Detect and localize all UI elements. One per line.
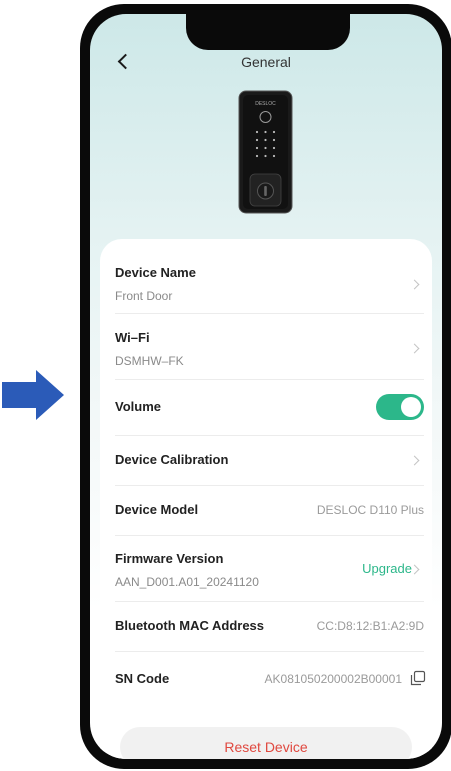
wifi-value: DSMHW–FK xyxy=(115,354,184,368)
device-model-value: DESLOC D110 Plus xyxy=(316,503,424,517)
volume-row: Volume xyxy=(115,379,424,436)
chevron-right-icon xyxy=(409,343,420,354)
copy-icon[interactable] xyxy=(410,670,426,686)
phone-notch xyxy=(186,14,350,50)
phone-frame: General DESLOC Device Name Front Door Wi… xyxy=(80,4,451,769)
device-name-value: Front Door xyxy=(115,289,173,303)
chevron-right-icon xyxy=(409,455,420,466)
device-name-label: Device Name xyxy=(115,265,196,280)
bluetooth-mac-value: CC:D8:12:B1:A2:9D xyxy=(316,619,424,633)
chevron-right-icon xyxy=(409,279,420,290)
smart-lock-image: DESLOC xyxy=(238,90,293,214)
arrow-right-icon xyxy=(2,370,64,420)
page-title: General xyxy=(241,54,291,70)
toggle-knob xyxy=(401,397,421,417)
firmware-label: Firmware Version xyxy=(115,551,224,566)
device-calibration-label: Device Calibration xyxy=(115,452,229,467)
device-model-label: Device Model xyxy=(115,502,199,517)
device-model-row: Device Model DESLOC D110 Plus xyxy=(115,485,424,536)
settings-screen: General DESLOC Device Name Front Door Wi… xyxy=(90,14,442,759)
volume-label: Volume xyxy=(115,399,161,414)
upgrade-link[interactable]: Upgrade xyxy=(362,561,412,576)
volume-toggle[interactable] xyxy=(376,394,424,420)
sn-code-row: SN Code AK081050200002B00001 xyxy=(115,651,426,707)
wifi-label: Wi–Fi xyxy=(115,330,150,345)
sn-code-label: SN Code xyxy=(115,671,170,686)
device-calibration-row[interactable]: Device Calibration xyxy=(115,435,424,486)
device-logo-text: DESLOC xyxy=(255,101,276,107)
firmware-row: Firmware Version AAN_D001.A01_20241120 U… xyxy=(115,535,424,602)
sn-code-value: AK081050200002B00001 xyxy=(264,672,402,686)
bluetooth-row: Bluetooth MAC Address CC:D8:12:B1:A2:9D xyxy=(115,601,424,652)
firmware-version-value: AAN_D001.A01_20241120 xyxy=(115,575,259,589)
reset-device-button[interactable]: Reset Device xyxy=(120,727,412,759)
wifi-row[interactable]: Wi–Fi DSMHW–FK xyxy=(115,313,424,380)
device-name-row[interactable]: Device Name Front Door xyxy=(115,239,424,314)
bluetooth-label: Bluetooth MAC Address xyxy=(115,618,265,633)
settings-card: Device Name Front Door Wi–Fi DSMHW–FK Vo… xyxy=(100,239,432,759)
